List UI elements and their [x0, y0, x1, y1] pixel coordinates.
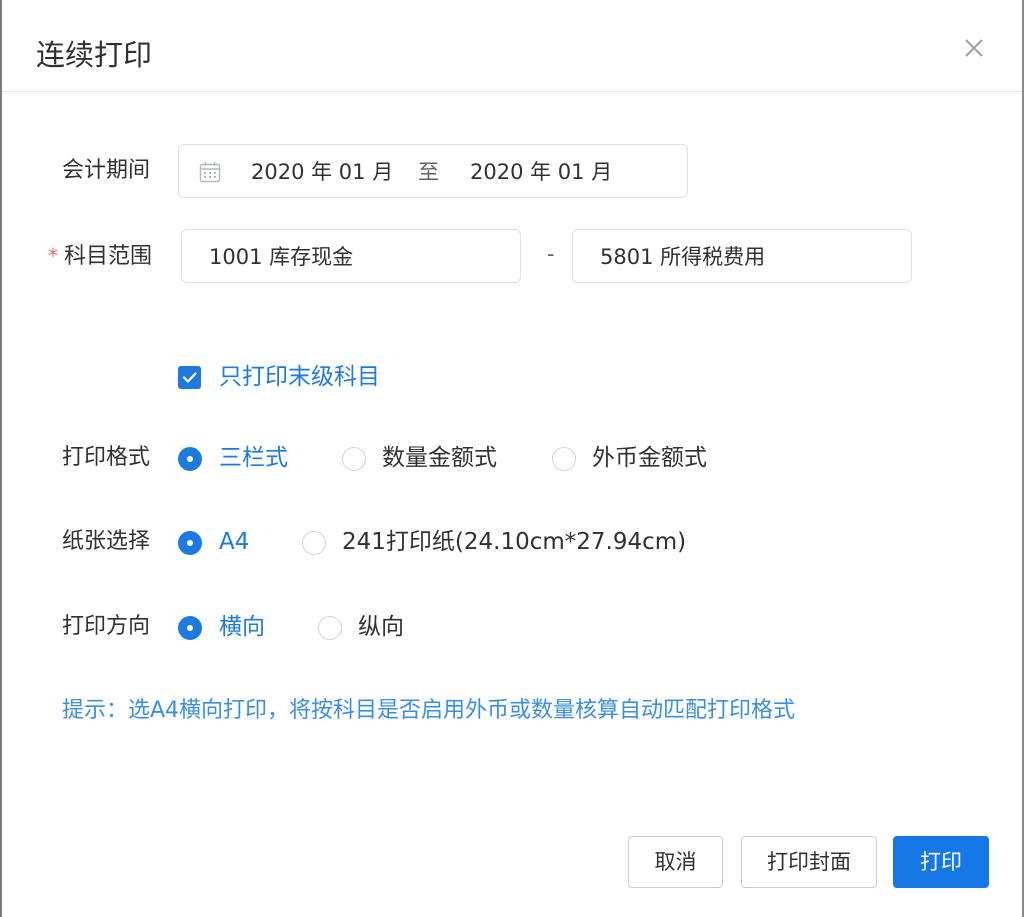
radio-three-column-label[interactable]: 三栏式 [219, 443, 288, 473]
print-cover-button[interactable]: 打印封面 [741, 836, 877, 888]
radio-a4-label[interactable]: A4 [219, 527, 249, 557]
orientation-label: 打印方向 [62, 614, 151, 639]
account-to-value: 5801 所得税费用 [600, 245, 766, 269]
accounting-period-label: 会计期间 [62, 158, 151, 183]
calendar-icon [199, 161, 221, 183]
radio-241-paper[interactable] [302, 531, 326, 555]
radio-foreign-currency-label[interactable]: 外币金额式 [592, 443, 707, 473]
continuous-print-dialog: 连续打印 会计期间 2020 年 01 月 至 2020 年 01 月 * 科目范… [0, 0, 1024, 917]
check-icon [182, 372, 197, 383]
account-range-separator: - [547, 242, 555, 266]
print-hint: 提示：选A4横向打印，将按科目是否启用外币或数量核算自动匹配打印格式 [62, 698, 796, 723]
radio-quantity-amount[interactable] [342, 447, 366, 471]
account-range-label: * 科目范围 [48, 241, 152, 272]
radio-landscape-label[interactable]: 横向 [219, 612, 265, 642]
print-button[interactable]: 打印 [893, 836, 989, 888]
accounting-period-range-picker[interactable]: 2020 年 01 月 至 2020 年 01 月 [178, 144, 688, 198]
print-format-label: 打印格式 [62, 445, 151, 470]
dialog-header: 连续打印 [2, 0, 1024, 92]
account-to-input[interactable]: 5801 所得税费用 [572, 229, 912, 283]
dialog-title: 连续打印 [36, 38, 153, 72]
radio-landscape[interactable] [178, 616, 202, 640]
radio-241-paper-label[interactable]: 241打印纸(24.10cm*27.94cm) [342, 527, 686, 557]
period-start[interactable]: 2020 年 01 月 [251, 158, 393, 186]
leaf-only-checkbox[interactable] [178, 366, 201, 389]
leaf-only-label[interactable]: 只打印末级科目 [219, 362, 380, 392]
radio-portrait-label[interactable]: 纵向 [358, 612, 404, 642]
close-icon[interactable] [958, 32, 990, 64]
paper-label: 纸张选择 [62, 529, 151, 554]
period-end[interactable]: 2020 年 01 月 [470, 158, 612, 186]
radio-three-column[interactable] [178, 447, 202, 471]
account-from-input[interactable]: 1001 库存现金 [181, 229, 521, 283]
cancel-button[interactable]: 取消 [628, 836, 723, 888]
radio-quantity-amount-label[interactable]: 数量金额式 [382, 443, 497, 473]
radio-portrait[interactable] [318, 616, 342, 640]
account-from-value: 1001 库存现金 [209, 245, 354, 269]
radio-a4[interactable] [178, 531, 202, 555]
account-range-label-text: 科目范围 [64, 244, 153, 269]
required-mark: * [48, 244, 58, 268]
period-separator: 至 [418, 160, 439, 184]
radio-foreign-currency[interactable] [552, 447, 576, 471]
